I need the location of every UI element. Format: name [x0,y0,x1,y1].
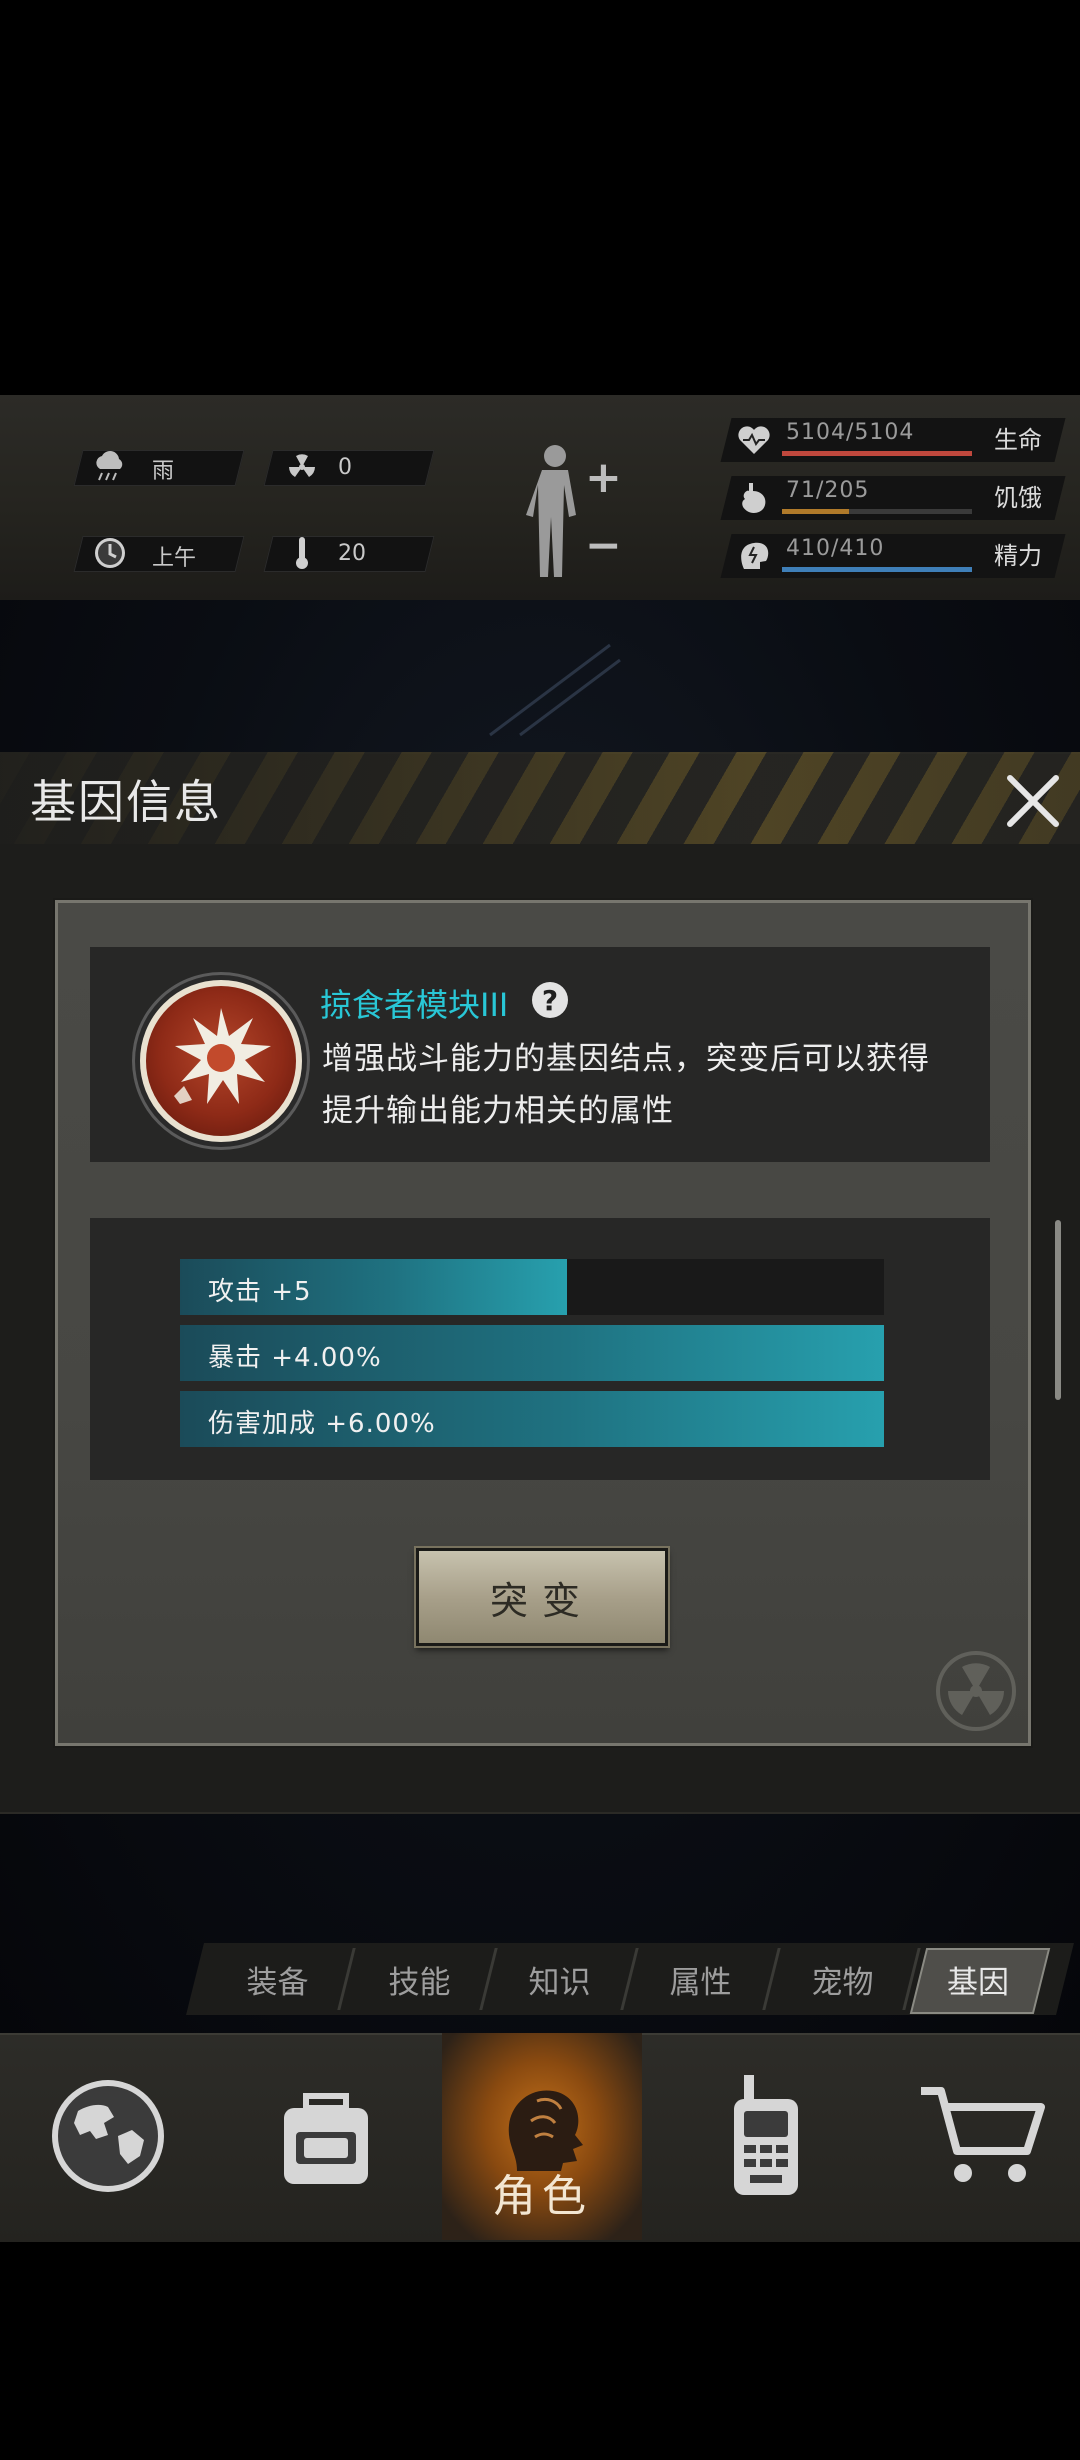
body-plus-icon[interactable]: + [585,452,622,503]
energy-fill [782,567,972,572]
rain-cloud-icon [90,447,130,487]
heart-icon [734,420,774,460]
shopping-cart-icon [917,2081,1047,2195]
radiation-icon [282,447,322,487]
body-minus-icon[interactable]: − [585,520,622,571]
health-value: 5104/5104 [786,420,915,445]
stomach-icon [734,478,774,518]
nav-backpack[interactable] [226,2040,426,2235]
dialog-title: 基因信息 [30,775,222,829]
time-label: 上午 [152,546,197,571]
backpack-icon [266,2076,386,2200]
health-fill [782,451,972,456]
stat-row-attack: 攻击 +5 [180,1259,884,1315]
energy-track [782,567,972,572]
tab-equipment[interactable]: 装备 [210,1945,345,2013]
gene-burst-icon [140,980,302,1142]
gene-name: 掠食者模块III [320,986,509,1024]
tab-knowledge[interactable]: 知识 [492,1945,627,2013]
walkie-talkie-icon [714,2071,814,2205]
temperature-value: 20 [338,541,366,566]
hunger-value: 71/205 [786,478,870,503]
gene-description-line-2: 提升输出能力相关的属性 [322,1093,674,1129]
stat-row-damage-bonus: 伤害加成 +6.00% [180,1391,884,1447]
help-icon[interactable]: ? [532,982,568,1018]
background-cross-marks [470,640,630,740]
tab-attributes[interactable]: 属性 [633,1945,768,2013]
brain-icon [734,536,774,576]
nav-shop[interactable] [882,2040,1080,2235]
hunger-label: 饥饿 [994,484,1042,512]
globe-icon [48,2076,168,2200]
gene-description-line-1: 增强战斗能力的基因结点，突变后可以获得 [322,1041,930,1077]
stat-label-crit: 暴击 +4.00% [208,1343,382,1373]
health-label: 生命 [994,426,1042,454]
tab-pets[interactable]: 宠物 [775,1945,910,2013]
tab-genes[interactable]: 基因 [918,1945,1038,2013]
weather-label: 雨 [152,459,175,484]
radiation-value: 0 [338,455,352,480]
mutate-button[interactable]: 突变 [416,1548,668,1646]
close-icon[interactable] [1000,768,1066,834]
stat-label-damage-bonus: 伤害加成 +6.00% [208,1409,436,1439]
energy-value: 410/410 [786,536,885,561]
thermometer-icon [282,533,322,573]
tab-skills[interactable]: 技能 [352,1945,487,2013]
health-track [782,451,972,456]
energy-label: 精力 [994,542,1042,570]
nav-role-label[interactable]: 角色 [442,2160,642,2224]
clock-icon [90,533,130,573]
panel-scrollbar[interactable] [1055,1220,1061,1400]
radiation-watermark-icon [935,1650,1017,1732]
nav-world[interactable] [8,2040,208,2235]
hunger-fill [782,509,849,514]
nav-radio[interactable] [664,2040,864,2235]
stat-row-crit: 暴击 +4.00% [180,1325,884,1381]
hunger-track [782,509,972,514]
stat-label-attack: 攻击 +5 [208,1277,312,1307]
